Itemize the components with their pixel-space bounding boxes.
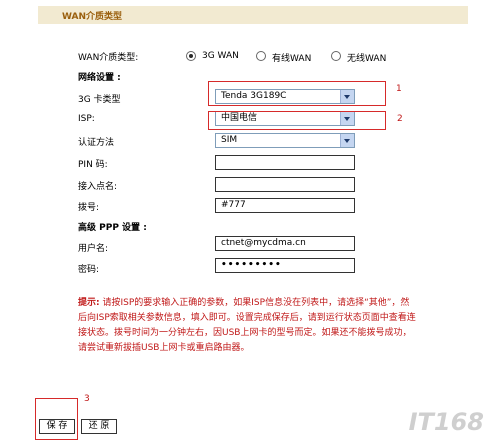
it168-watermark: IT168 <box>408 408 484 436</box>
password-input[interactable]: ••••••••• <box>215 258 355 273</box>
ppp-settings-heading: 高级 PPP 设置 : <box>78 223 147 233</box>
reset-button[interactable]: 还 原 <box>81 419 117 434</box>
hint-body: 请按ISP的要求输入正确的参数，如果ISP信息没在列表中，请选择“其他”，然后向… <box>78 298 416 353</box>
annotation-box-1 <box>208 81 386 106</box>
pin-label: PIN 码: <box>78 160 108 170</box>
annotation-number-1: 1 <box>396 84 402 94</box>
hint-heading: 提示: <box>78 298 100 308</box>
apn-label: 接入点名: <box>78 182 118 192</box>
username-input[interactable]: ctnet@mycdma.cn <box>215 236 355 251</box>
pin-input[interactable] <box>215 155 355 170</box>
annotation-box-2 <box>208 111 386 130</box>
radio-wireless-wan[interactable] <box>331 51 341 61</box>
save-button[interactable]: 保 存 <box>39 419 75 434</box>
auth-method-label: 认证方法 <box>78 138 115 148</box>
annotation-number-3: 3 <box>84 394 90 404</box>
chevron-down-icon <box>340 134 354 147</box>
hint-note: 提示: 请按ISP的要求输入正确的参数，如果ISP信息没在列表中，请选择“其他”… <box>78 296 418 356</box>
network-settings-heading: 网络设置 : <box>78 73 121 83</box>
radio-3g-wan-label: 3G WAN <box>202 51 239 61</box>
auth-method-select[interactable]: SIM <box>215 133 355 148</box>
isp-label: ISP: <box>78 114 95 124</box>
card-type-label: 3G 卡类型 <box>78 95 121 105</box>
apn-input[interactable] <box>215 177 355 192</box>
username-label: 用户名: <box>78 244 109 254</box>
radio-3g-wan[interactable] <box>186 51 196 61</box>
radio-wired-wan[interactable] <box>256 51 266 61</box>
radio-wireless-wan-label: 无线WAN <box>347 54 387 64</box>
dial-label: 拨号: <box>78 203 100 213</box>
radio-wired-wan-label: 有线WAN <box>272 54 312 64</box>
password-label: 密码: <box>78 265 100 275</box>
dial-input[interactable]: #777 <box>215 198 355 213</box>
auth-method-value: SIM <box>221 135 238 145</box>
page-title: WAN介质类型 <box>62 12 123 22</box>
wan-type-label: WAN介质类型: <box>78 53 139 63</box>
annotation-number-2: 2 <box>397 114 403 124</box>
